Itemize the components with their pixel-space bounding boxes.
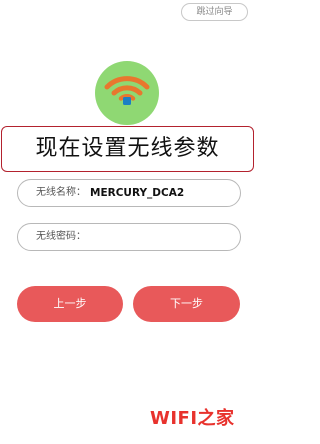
password-input[interactable] <box>88 226 240 248</box>
password-label: 无线密码： <box>36 231 86 242</box>
ssid-value: MERCURY_DCA2 <box>90 187 185 199</box>
watermark-logo: WIFI之家 <box>150 408 235 429</box>
skip-wizard-button[interactable]: 跳过向导 <box>181 3 248 21</box>
page-title: 现在设置无线参数 <box>1 126 254 172</box>
ssid-label: 无线名称： <box>36 187 86 198</box>
ssid-field[interactable]: 无线名称： MERCURY_DCA2 <box>17 179 241 207</box>
prev-step-button[interactable]: 上一步 <box>17 286 123 322</box>
password-field[interactable]: 无线密码： <box>17 223 241 251</box>
wifi-icon <box>95 61 159 125</box>
next-step-button[interactable]: 下一步 <box>133 286 240 322</box>
